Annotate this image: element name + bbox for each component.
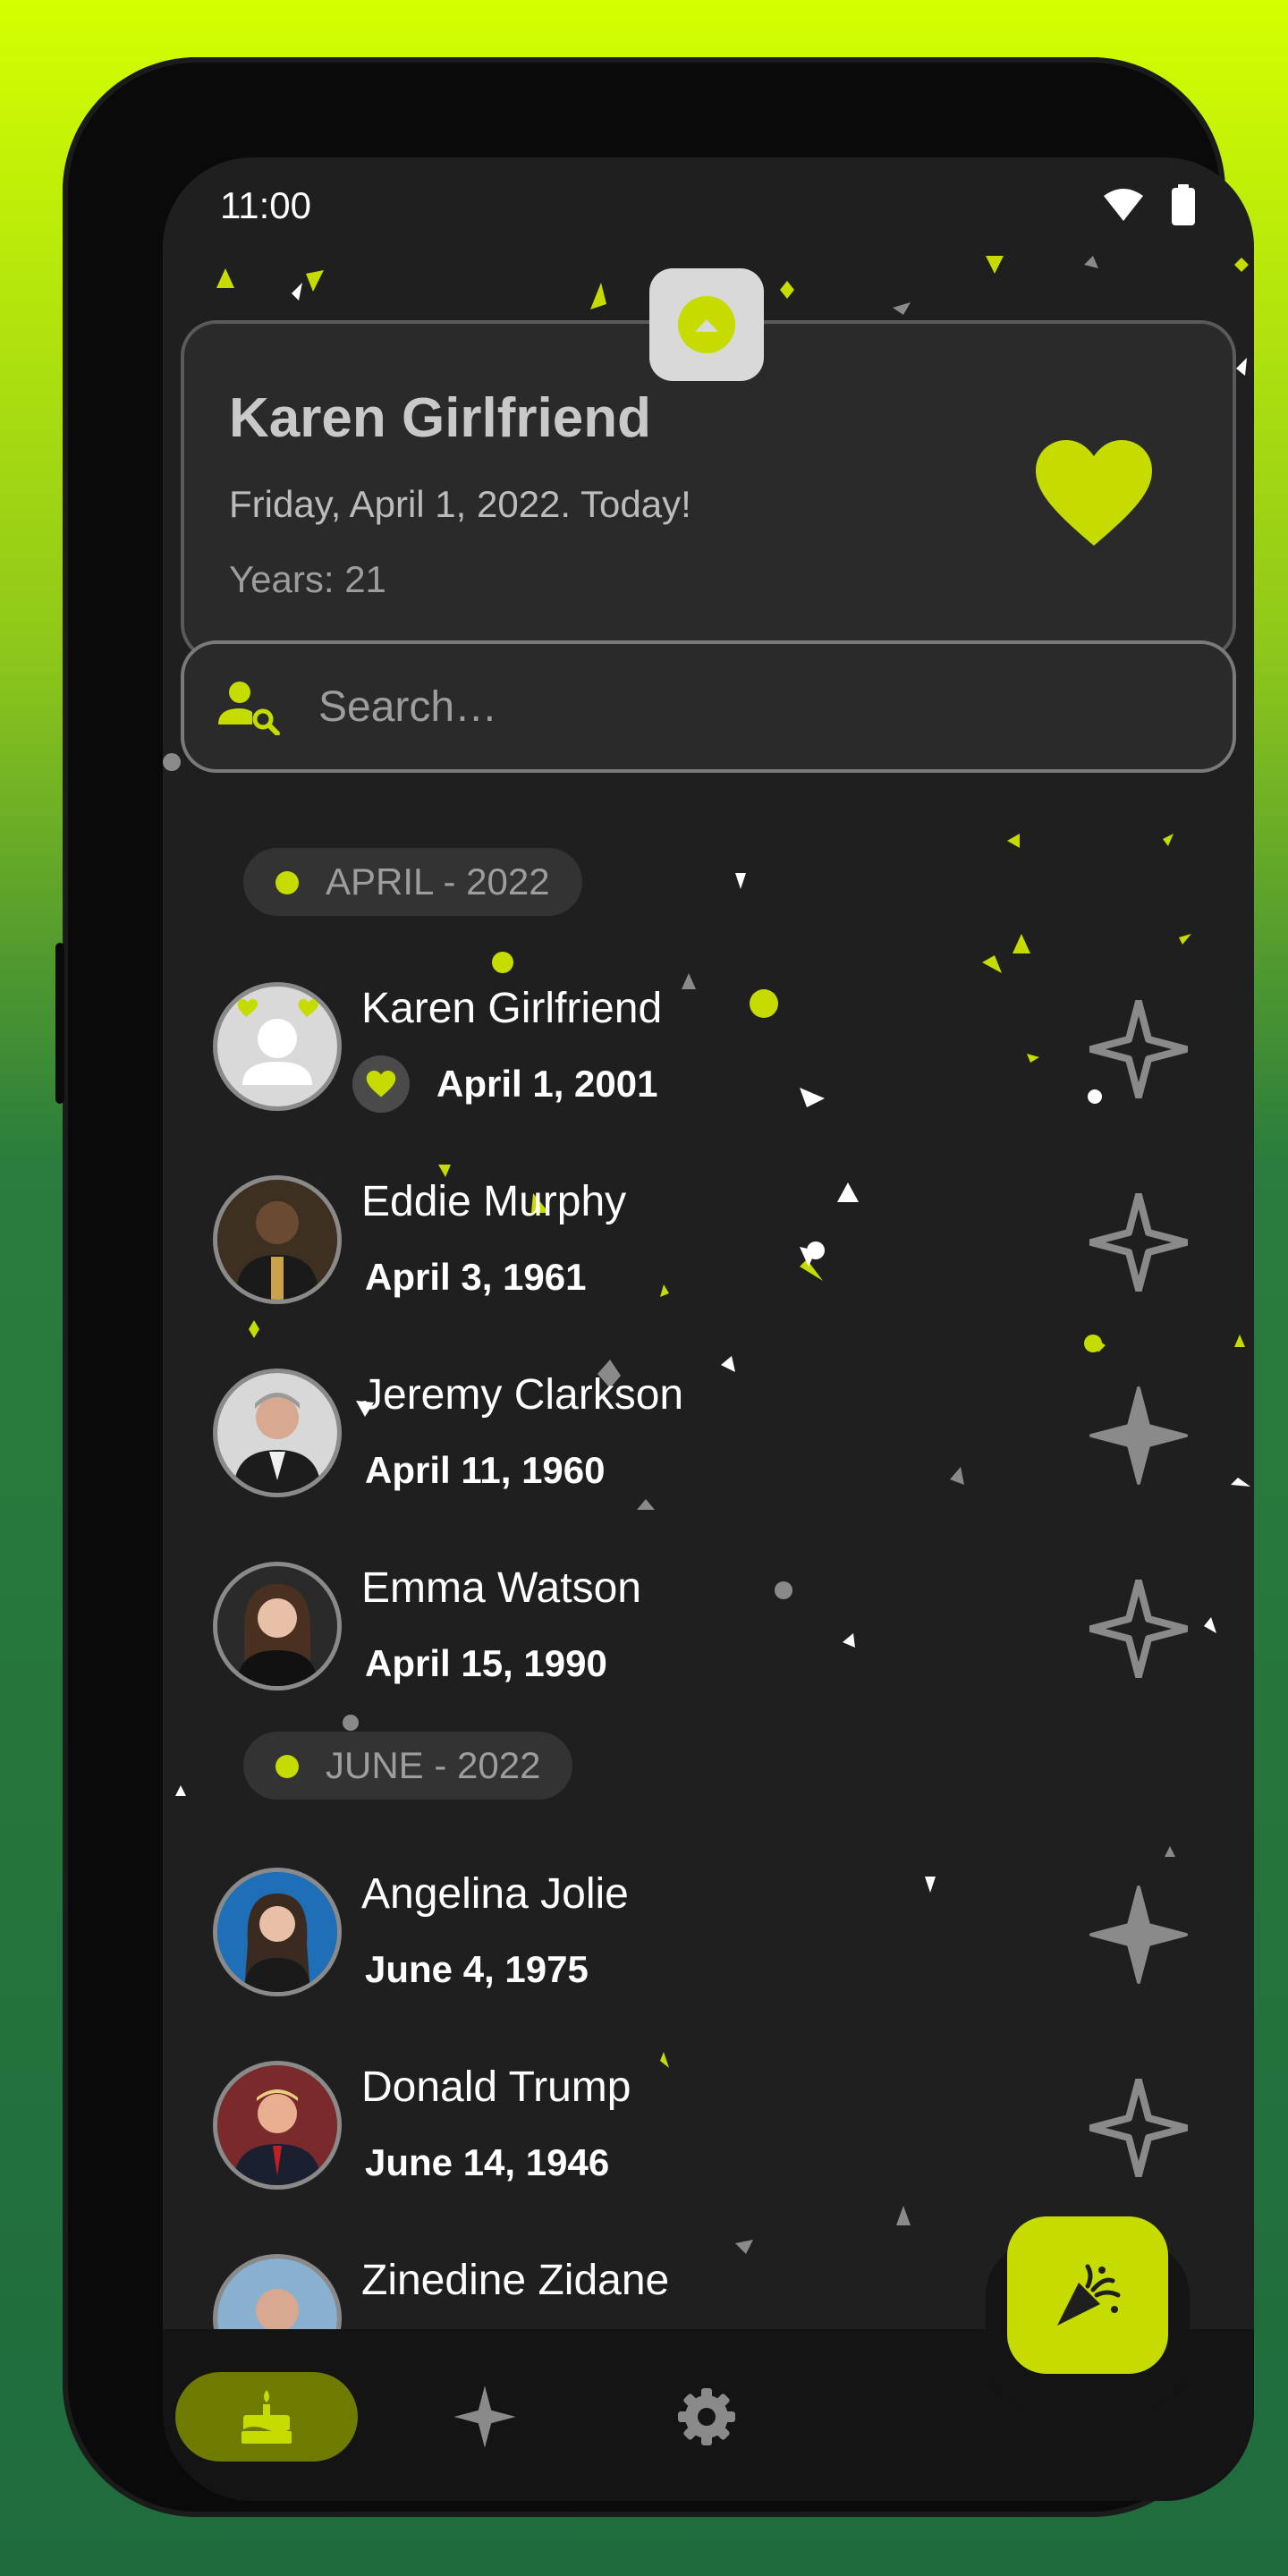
party-popper-icon: [1057, 2264, 1121, 2326]
search-input[interactable]: [318, 682, 1233, 732]
scroll-up-button[interactable]: [649, 268, 764, 381]
month-header-june: JUNE - 2022: [243, 1732, 573, 1800]
month-label: JUNE - 2022: [326, 1744, 541, 1786]
month-header-april: APRIL - 2022: [243, 848, 582, 916]
person-name: Jeremy Clarkson: [361, 1371, 684, 1419]
person-search-icon: [218, 682, 280, 735]
list-item[interactable]: Emma Watson April 15, 1990: [163, 1544, 1254, 1723]
app-screen: 11:00 Karen Girlfriend Friday, April 1, …: [163, 157, 1254, 2501]
person-birthdate: April 3, 1961: [365, 1256, 587, 1298]
avatar: [213, 1175, 342, 1304]
avatar: [213, 2061, 342, 2190]
list-item[interactable]: Jeremy Clarkson April 11, 1960: [163, 1351, 1254, 1530]
person-birthdate: April 11, 1960: [365, 1449, 606, 1491]
nav-favorites[interactable]: [431, 2372, 538, 2462]
month-label: APRIL - 2022: [326, 860, 550, 902]
person-name: Eddie Murphy: [361, 1178, 627, 1225]
list-item[interactable]: Angelina Jolie June 4, 1975: [163, 1850, 1254, 2029]
month-dot: [275, 871, 299, 894]
person-name: Zinedine Zidane: [361, 2257, 670, 2304]
nav-birthdays[interactable]: [175, 2372, 358, 2462]
status-time: 11:00: [220, 184, 311, 226]
person-birthdate: April 15, 1990: [365, 1642, 607, 1684]
sparkle-star-icon[interactable]: [1089, 1386, 1188, 1485]
heart-icon: [352, 1055, 410, 1113]
list-item[interactable]: Donald Trump June 14, 1946: [163, 2043, 1254, 2222]
avatar: [213, 982, 342, 1111]
avatar: [213, 1868, 342, 1996]
gear-icon: [678, 2388, 735, 2445]
sparkle-star-icon[interactable]: [1089, 2079, 1188, 2177]
cake-icon: [242, 2390, 292, 2444]
sparkle-star-icon[interactable]: [1089, 1580, 1188, 1678]
phone-frame: 11:00 Karen Girlfriend Friday, April 1, …: [55, 57, 1254, 2517]
heart-icon: [1036, 440, 1152, 546]
person-birthdate: April 1, 2001: [436, 1063, 658, 1105]
wifi-icon: [1104, 189, 1143, 221]
avatar: [213, 1562, 342, 1690]
list-item[interactable]: Karen Girlfriend April 1, 2001: [163, 964, 1254, 1143]
person-name: Donald Trump: [361, 2063, 631, 2111]
person-name: Angelina Jolie: [361, 1870, 629, 1918]
chevron-up-icon: [678, 296, 735, 353]
avatar: [213, 1368, 342, 1497]
person-birthdate: June 4, 1975: [365, 1948, 589, 1990]
person-name: Emma Watson: [361, 1564, 641, 1612]
celebrate-button[interactable]: [1007, 2216, 1168, 2374]
today-years: Years: 21: [229, 558, 386, 600]
person-birthdate: June 14, 1946: [365, 2141, 610, 2183]
today-name: Karen Girlfriend: [229, 387, 651, 449]
sparkle-star-icon: [453, 2385, 516, 2448]
sparkle-star-icon[interactable]: [1089, 1885, 1188, 1984]
search-bar[interactable]: [181, 640, 1236, 773]
today-date: Friday, April 1, 2022. Today!: [229, 483, 691, 525]
nav-settings[interactable]: [653, 2372, 760, 2462]
phone-side-button: [55, 943, 64, 1104]
status-bar: 11:00: [163, 157, 1254, 256]
sparkle-star-icon[interactable]: [1089, 1000, 1188, 1098]
list-item[interactable]: Eddie Murphy April 3, 1961: [163, 1157, 1254, 1336]
person-name: Karen Girlfriend: [361, 985, 663, 1032]
sparkle-star-icon[interactable]: [1089, 1193, 1188, 1292]
month-dot: [275, 1755, 299, 1778]
battery-icon: [1172, 184, 1195, 225]
